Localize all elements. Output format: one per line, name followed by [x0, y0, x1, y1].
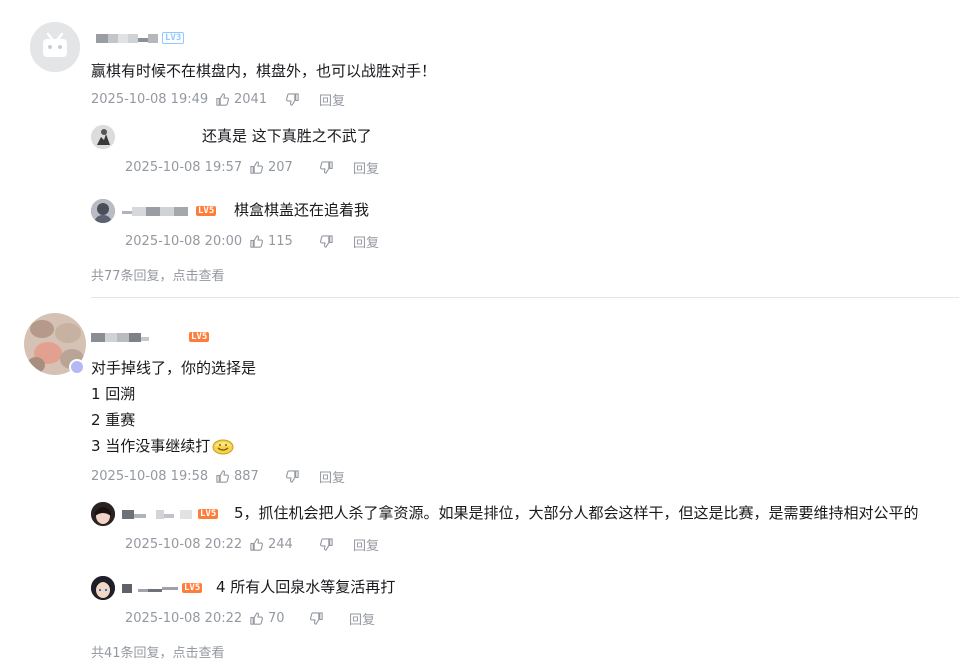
dislike-button[interactable] [285, 92, 319, 107]
avatar-image-icon [91, 125, 115, 149]
comment-time: 2025-10-08 19:58 [91, 468, 209, 484]
verified-badge-icon [69, 359, 85, 375]
thumbs-up-icon [250, 234, 264, 248]
comment-meta: 2025-10-08 19:58 887 回复 [91, 467, 345, 486]
level-badge: LV5 [196, 206, 217, 216]
reply-button[interactable]: 回复 [353, 158, 379, 177]
reply-text: 5，抓住机会把人杀了拿资源。如果是排位，大部分人都会这样干，但这是比赛，是需要维… [234, 504, 919, 522]
comment-line: 1 回溯 [91, 385, 136, 403]
dislike-button[interactable] [319, 234, 353, 249]
comment-line: 3 当作没事继续打 [91, 437, 211, 455]
comment-text: 赢棋有时候不在棋盘内，棋盘外，也可以战胜对手！ [91, 62, 437, 80]
thumbs-down-icon [319, 160, 333, 174]
reply-meta: 2025-10-08 19:57 207 回复 [125, 158, 379, 177]
like-button[interactable]: 2041 [215, 92, 285, 107]
thumbs-down-icon [285, 469, 299, 483]
like-count: 207 [268, 159, 293, 175]
thumbs-up-icon [216, 469, 230, 483]
reply-text: 4 所有人回泉水等复活再打 [216, 578, 396, 596]
avatar-image-icon [91, 199, 115, 223]
reply-button[interactable]: 回复 [319, 467, 345, 486]
avatar-image-icon [91, 576, 115, 600]
view-more-replies[interactable]: 共41条回复，点击查看 [91, 642, 225, 661]
reply-time: 2025-10-08 20:22 [125, 536, 243, 552]
like-count: 115 [268, 233, 293, 249]
dislike-button[interactable] [319, 537, 353, 552]
dislike-button[interactable] [285, 469, 319, 484]
like-button[interactable]: 70 [249, 611, 309, 626]
reply-button[interactable]: 回复 [319, 90, 345, 109]
comment-line-wrap: 3 当作没事继续打 [91, 436, 234, 456]
comment-meta: 2025-10-08 19:49 2041 回复 [91, 90, 345, 109]
thumbs-down-icon [309, 611, 323, 625]
avatar[interactable] [91, 199, 115, 223]
username[interactable]: LV5 [122, 204, 217, 218]
comment-divider [91, 297, 959, 298]
dislike-button[interactable] [319, 160, 353, 175]
like-count: 2041 [234, 91, 268, 107]
emoji-icon [212, 439, 234, 455]
level-badge: LV3 [162, 32, 185, 44]
like-count: 244 [268, 536, 293, 552]
dislike-button[interactable] [309, 611, 349, 626]
reply-text: 棋盒棋盖还在追着我 [234, 201, 370, 219]
reply-time: 2025-10-08 19:57 [125, 159, 243, 175]
reply-time: 2025-10-08 20:00 [125, 233, 243, 249]
like-button[interactable]: 244 [249, 537, 319, 552]
thumbs-up-icon [216, 92, 230, 106]
like-button[interactable]: 207 [249, 160, 319, 175]
reply-text: 还真是 这下真胜之不武了 [202, 127, 372, 145]
username[interactable]: LV5 [122, 507, 219, 521]
avatar-image-icon [91, 502, 115, 526]
avatar[interactable] [91, 576, 115, 600]
username[interactable]: LV5 [91, 330, 210, 344]
avatar[interactable] [30, 22, 80, 72]
thumbs-up-icon [250, 611, 264, 625]
reply-time: 2025-10-08 20:22 [125, 610, 243, 626]
like-count: 887 [234, 468, 259, 484]
reply-meta: 2025-10-08 20:22 70 回复 [125, 609, 375, 628]
level-badge: LV5 [198, 509, 219, 519]
view-more-replies[interactable]: 共77条回复，点击查看 [91, 265, 225, 284]
thumbs-down-icon [319, 537, 333, 551]
reply-meta: 2025-10-08 20:22 244 回复 [125, 535, 379, 554]
level-badge: LV5 [189, 332, 210, 342]
username[interactable]: LV3 [96, 31, 185, 45]
comment-time: 2025-10-08 19:49 [91, 91, 209, 107]
default-avatar-icon [30, 22, 80, 72]
reply-button[interactable]: 回复 [353, 232, 379, 251]
thumbs-down-icon [319, 234, 333, 248]
thumbs-up-icon [250, 537, 264, 551]
reply-button[interactable]: 回复 [349, 609, 375, 628]
like-button[interactable]: 887 [215, 469, 285, 484]
like-button[interactable]: 115 [249, 234, 319, 249]
like-count: 70 [268, 610, 285, 626]
avatar[interactable] [91, 125, 115, 149]
reply-button[interactable]: 回复 [353, 535, 379, 554]
thumbs-down-icon [285, 92, 299, 106]
thumbs-up-icon [250, 160, 264, 174]
level-badge: LV5 [182, 583, 203, 593]
avatar[interactable] [91, 502, 115, 526]
comment-line: 2 重赛 [91, 411, 136, 429]
username[interactable]: LV5 [122, 581, 203, 595]
comment-line: 对手掉线了，你的选择是 [91, 359, 257, 377]
reply-meta: 2025-10-08 20:00 115 回复 [125, 232, 379, 251]
